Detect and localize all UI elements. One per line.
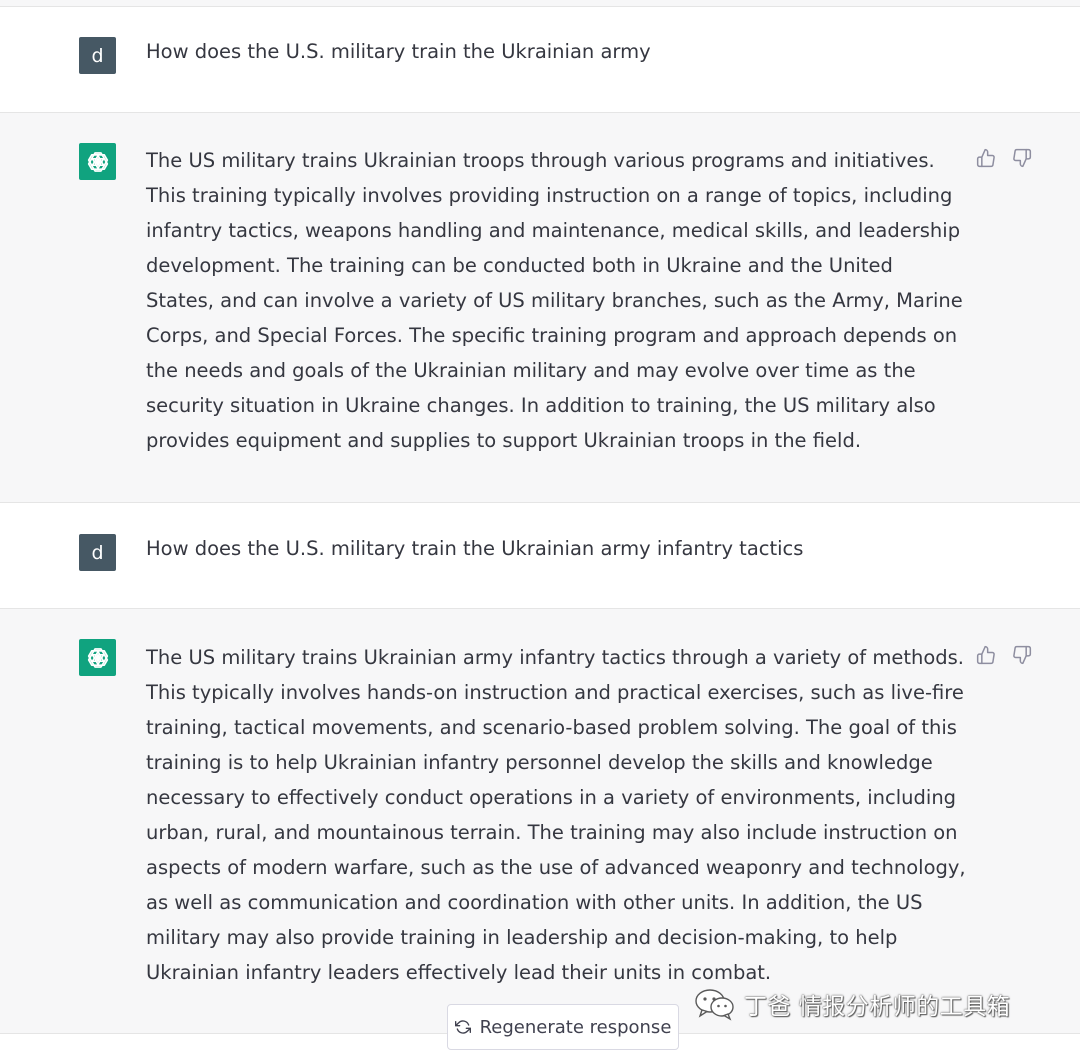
assistant-message: The US military trains Ukrainian army in… <box>0 609 1080 1034</box>
regenerate-response-button[interactable]: Regenerate response <box>447 1004 679 1050</box>
feedback-buttons <box>975 644 1033 666</box>
assistant-message-text: The US military trains Ukrainian army in… <box>146 646 966 984</box>
assistant-message: The US military trains Ukrainian troops … <box>0 113 1080 503</box>
user-avatar: d <box>79 37 116 74</box>
user-avatar-letter: d <box>91 44 104 67</box>
refresh-icon <box>454 1019 471 1035</box>
wechat-icon <box>694 987 736 1021</box>
user-avatar-letter: d <box>91 541 104 564</box>
openai-logo-icon <box>79 639 116 676</box>
thumbs-down-icon[interactable] <box>1011 147 1033 169</box>
thumbs-up-icon[interactable] <box>975 644 997 666</box>
top-divider <box>0 0 1080 7</box>
user-message: d How does the U.S. military train the U… <box>0 503 1080 609</box>
assistant-message-text: The US military trains Ukrainian troops … <box>146 149 963 452</box>
regenerate-response-label: Regenerate response <box>479 1016 672 1038</box>
feedback-buttons <box>975 147 1033 169</box>
watermark-text: 丁爸 情报分析师的工具箱 <box>744 994 1011 1020</box>
thumbs-up-icon[interactable] <box>975 147 997 169</box>
user-message-text: How does the U.S. military train the Ukr… <box>146 40 651 63</box>
thumbs-down-icon[interactable] <box>1011 644 1033 666</box>
watermark: 丁爸 情报分析师的工具箱 <box>694 987 1010 1021</box>
openai-logo-icon <box>79 143 116 180</box>
user-message-text: How does the U.S. military train the Ukr… <box>146 537 804 560</box>
user-message: d How does the U.S. military train the U… <box>0 7 1080 113</box>
user-avatar: d <box>79 534 116 571</box>
